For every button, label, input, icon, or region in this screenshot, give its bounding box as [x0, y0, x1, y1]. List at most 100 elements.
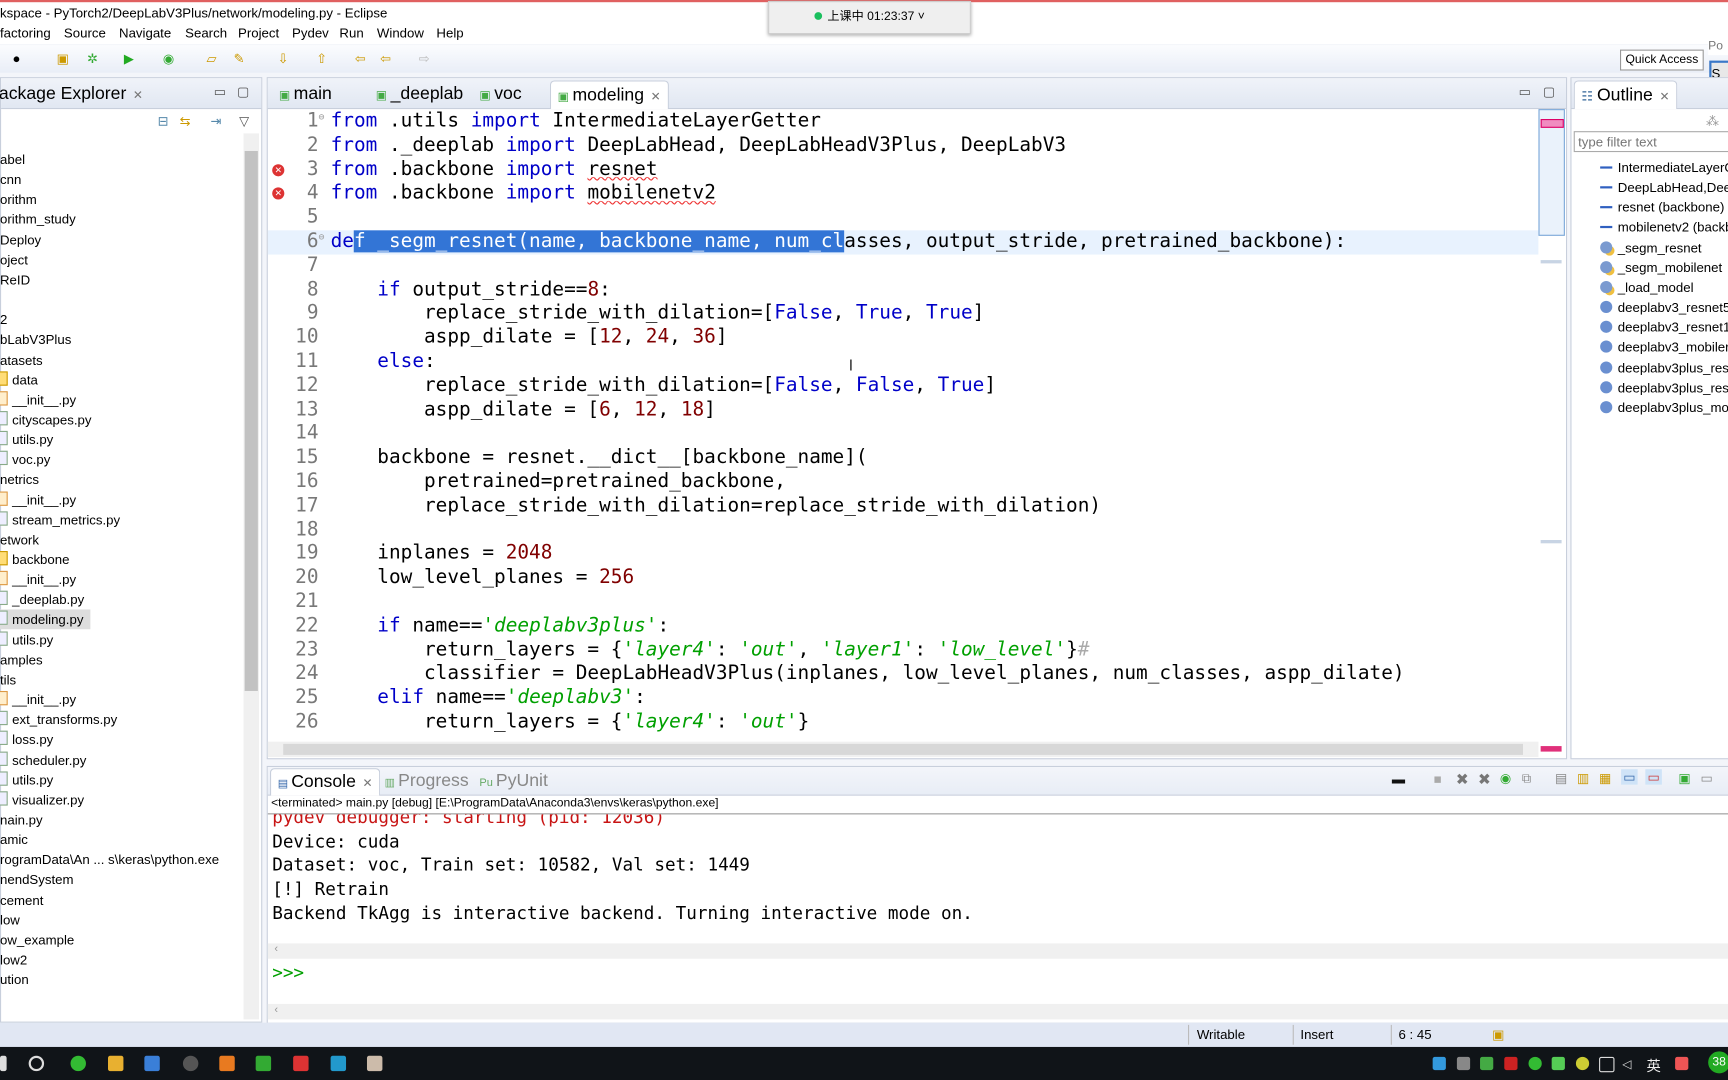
code-line[interactable]: 12 replace_stride_with_dilation=[False, … — [268, 374, 1539, 398]
tree-item[interactable]: voc.py — [0, 450, 50, 470]
back-icon[interactable]: ⇦ — [378, 51, 393, 66]
tree-item[interactable]: ow_example — [0, 930, 74, 950]
view-menu-icon[interactable]: ▽ — [239, 114, 249, 129]
tray-icon[interactable] — [1432, 1056, 1446, 1071]
app-image-icon[interactable] — [366, 1055, 383, 1072]
remove-launch-icon[interactable]: ✖ — [1456, 770, 1469, 789]
tree-item[interactable]: stream_metrics.py — [0, 510, 120, 530]
menu-help[interactable]: Help — [436, 25, 463, 40]
tree-item[interactable]: tils — [0, 670, 16, 690]
code-line[interactable]: ✕ 4 from .backbone import mobilenetv2 — [268, 182, 1539, 206]
menu-factoring[interactable]: factoring — [0, 25, 51, 40]
app-diamond-icon[interactable] — [330, 1055, 347, 1072]
link-editor-icon[interactable]: ⇆ — [180, 114, 191, 129]
tree-item[interactable]: utils.py — [0, 770, 53, 790]
close-icon[interactable]: ✕ — [651, 90, 661, 103]
close-icon[interactable]: ✕ — [363, 777, 373, 790]
viewport-indicator[interactable] — [1538, 109, 1565, 236]
code-line[interactable]: 7 — [268, 254, 1539, 278]
app-c-red-icon[interactable] — [293, 1055, 309, 1072]
terminate-icon[interactable]: ■ — [1434, 771, 1442, 786]
minimize-icon[interactable]: ▭ — [214, 84, 227, 99]
code-line[interactable]: ✕ 3 from .backbone import resnet — [268, 158, 1539, 182]
menu-search[interactable]: Search — [185, 25, 227, 40]
fold-icon[interactable]: ⊖ — [318, 227, 324, 251]
tree-item[interactable]: nain.py — [0, 810, 43, 830]
tree-item[interactable]: oject — [0, 250, 28, 270]
outline-filter-input[interactable] — [1573, 131, 1728, 153]
open-type-icon[interactable]: ▱ — [204, 51, 219, 66]
tree-item[interactable]: atasets — [0, 350, 43, 370]
tree-item[interactable]: etwork — [0, 530, 39, 550]
menu-source[interactable]: Source — [64, 25, 106, 40]
code-line[interactable]: 5 — [268, 206, 1539, 230]
meeting-status-widget[interactable]: 上课中 01:23:37 ˅ — [768, 1, 971, 35]
tree-item[interactable]: amples — [0, 650, 43, 670]
search-icon[interactable] — [28, 1055, 45, 1072]
outline-item[interactable]: deeplabv3plus_resr — [1600, 358, 1728, 378]
occurrence-marker[interactable] — [1540, 539, 1562, 544]
tree-item[interactable]: _deeplab.py — [0, 590, 84, 610]
tab-console[interactable]: ▤ Console ✕ — [269, 768, 381, 796]
prev-annotation-icon[interactable]: ⇧ — [314, 51, 329, 66]
relaunch-icon[interactable]: ◉ — [1500, 770, 1512, 785]
show-stdout-icon[interactable]: ▭ — [1621, 769, 1639, 785]
code-editor[interactable]: 1 ⊖ from .utils import IntermediateLayerGe… — [267, 109, 1539, 742]
next-annotation-icon[interactable]: ⇩ — [276, 51, 291, 66]
tab-deeplab[interactable]: ▣ _deeplab — [369, 80, 470, 108]
outline-item[interactable]: IntermediateLayerG — [1600, 158, 1728, 178]
code-line[interactable]: 21 — [268, 591, 1539, 615]
tree-item[interactable]: low — [0, 910, 20, 930]
clear-console-icon[interactable]: ▤ — [1555, 770, 1568, 785]
code-line[interactable]: 22 if name=='deeplabv3plus': — [268, 615, 1539, 639]
code-line[interactable]: 10 aspp_dilate = [12, 24, 36] — [268, 326, 1539, 350]
tab-package-explorer[interactable]: ackage Explorer ✕ — [0, 80, 150, 108]
code-line[interactable]: 6 ⊖ def _segm_resnet(name, backbone_name, … — [267, 227, 1539, 255]
tree-item[interactable]: low2 — [0, 950, 27, 970]
perspective-field[interactable]: Po — [1708, 39, 1728, 56]
code-line[interactable]: 23 return_layers = {'layer4': 'out', 'la… — [268, 639, 1539, 663]
file-explorer-icon[interactable] — [107, 1055, 124, 1072]
code-line[interactable]: 17 replace_stride_with_dilation=replace_… — [268, 495, 1539, 519]
tray-icon[interactable] — [1504, 1056, 1518, 1071]
scrollbar-thumb[interactable] — [244, 150, 258, 691]
last-edit-icon[interactable]: ⇦ — [353, 51, 368, 66]
code-line[interactable]: 11 else: — [268, 350, 1539, 374]
outline-item[interactable]: resnet (backbone) — [1600, 198, 1724, 218]
run-external-icon[interactable]: ◉ — [161, 51, 176, 66]
code-line[interactable]: 2 from ._deeplab import DeepLabHead, Deep… — [268, 134, 1539, 158]
tree-item[interactable]: rogramData\An ... s\keras\python.exe — [0, 850, 219, 870]
sogou-icon[interactable] — [1675, 1056, 1689, 1071]
tree-item[interactable]: amic — [0, 830, 28, 850]
tree-item[interactable]: cnn — [0, 170, 21, 190]
code-line[interactable]: 20 low_level_planes = 256 — [268, 567, 1539, 591]
error-summary-marker[interactable] — [1540, 746, 1562, 752]
code-line[interactable]: 14 — [268, 423, 1539, 447]
code-line[interactable]: 25 elif name=='deeplabv3': — [268, 687, 1539, 711]
copy-icon[interactable]: ⧉ — [1522, 770, 1531, 787]
console-output-hscrollbar[interactable]: ‹ — [267, 943, 1728, 959]
code-line[interactable]: 19 inplanes = 2048 — [268, 543, 1539, 567]
volume-icon[interactable]: ◁ — [1622, 1057, 1635, 1071]
outline-item[interactable]: mobilenetv2 (backb — [1600, 218, 1728, 238]
browser-icon[interactable] — [70, 1055, 86, 1072]
explorer-scrollbar[interactable] — [243, 133, 259, 1020]
code-line[interactable]: 18 — [268, 519, 1539, 543]
progress-icon[interactable]: ▣ — [1492, 1027, 1505, 1042]
show-stderr-icon[interactable]: ▭ — [1645, 769, 1663, 785]
input-language[interactable]: 英 — [1646, 1055, 1660, 1076]
tray-icon[interactable] — [1528, 1056, 1542, 1071]
editor-hscrollbar[interactable] — [267, 741, 1539, 758]
maximize-icon[interactable]: ▢ — [237, 84, 250, 99]
tray-icon[interactable] — [1551, 1056, 1565, 1071]
pin-console-icon[interactable]: ▣ — [1678, 770, 1691, 785]
eclipse-icon[interactable] — [182, 1055, 199, 1072]
tree-item[interactable]: orithm — [0, 190, 37, 210]
outline-item[interactable]: _load_model — [1600, 278, 1694, 298]
tree-item[interactable]: data — [0, 370, 38, 390]
outline-item[interactable]: deeplabv3_resnet5 — [1600, 298, 1728, 318]
overview-ruler[interactable] — [1538, 109, 1565, 752]
error-marker[interactable] — [1540, 119, 1564, 128]
quick-access-input[interactable]: Quick Access — [1619, 49, 1704, 71]
focus-icon[interactable]: ⇥ — [210, 114, 221, 129]
